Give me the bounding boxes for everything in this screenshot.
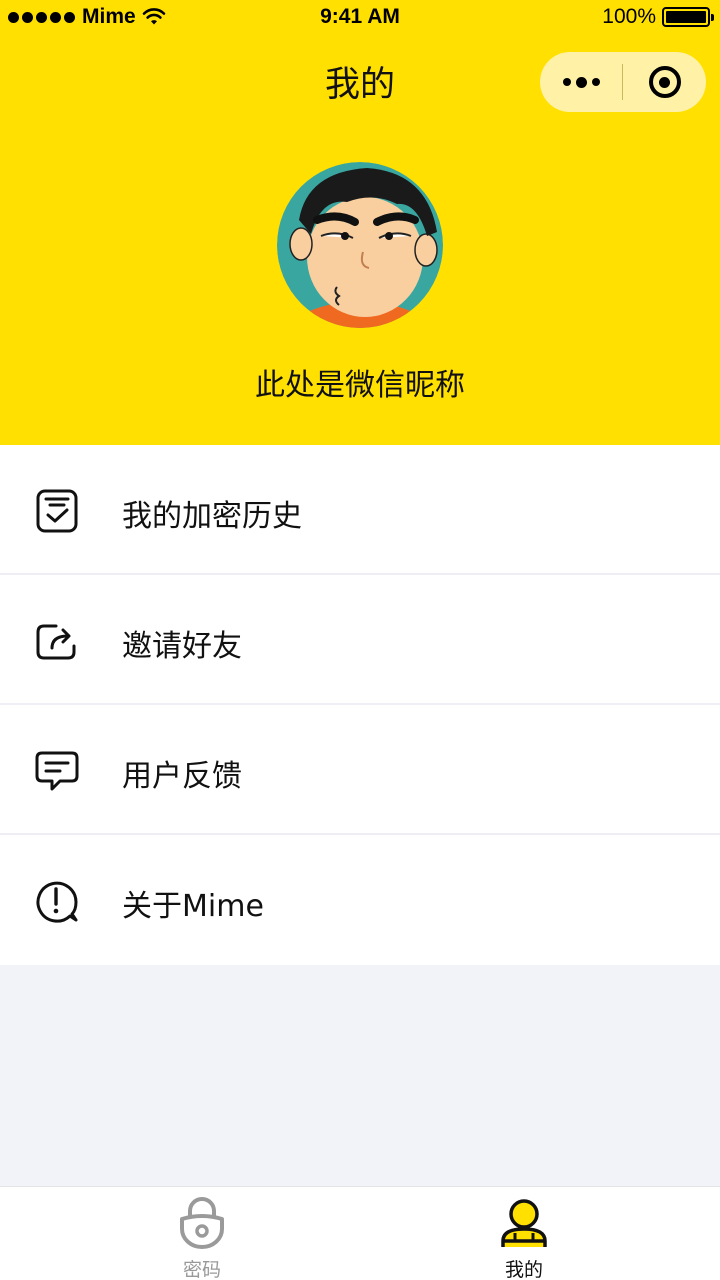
menu-item-label: 邀请好友 [122,629,242,664]
close-button[interactable] [623,52,706,112]
menu-item-user-feedback[interactable]: 用户反馈 [0,705,720,835]
tab-label: 我的 [504,1259,543,1280]
feedback-message-icon [35,751,79,791]
menu-item-about[interactable]: 关于Mime [0,835,720,965]
tab-bar: 密码 我的 [0,1186,720,1280]
cartoon-face-avatar-icon [277,162,443,328]
menu-item-label: 关于Mime [122,889,264,924]
menu-list: 我的加密历史 邀请好友 用户反馈 关于Mime [0,445,720,965]
mini-program-capsule [540,52,706,112]
status-right: 100% [602,5,714,29]
menu-item-invite-friends[interactable]: 邀请好友 [0,575,720,705]
avatar[interactable] [277,162,443,328]
close-target-icon [648,66,681,98]
profile-header: Mime 9:41 AM 100% 我的 此处是微信昵称 [0,0,720,445]
more-button[interactable] [540,52,622,112]
info-exclamation-icon [36,881,78,923]
lock-icon [180,1197,224,1249]
battery-icon [662,7,714,27]
tab-label: 密码 [182,1259,221,1280]
wechat-nickname: 此处是微信昵称 [255,368,465,403]
user-icon [501,1199,547,1247]
tab-password[interactable]: 密码 [22,1187,382,1280]
menu-item-label: 用户反馈 [122,759,242,794]
history-checklist-icon [36,489,78,533]
menu-item-encryption-history[interactable]: 我的加密历史 [0,445,720,575]
tab-mine[interactable]: 我的 [344,1187,704,1280]
status-bar: Mime 9:41 AM 100% [0,0,720,36]
share-icon [36,624,76,660]
more-dots-icon [562,76,600,88]
menu-item-label: 我的加密历史 [122,499,302,534]
battery-percent: 100% [602,5,656,28]
